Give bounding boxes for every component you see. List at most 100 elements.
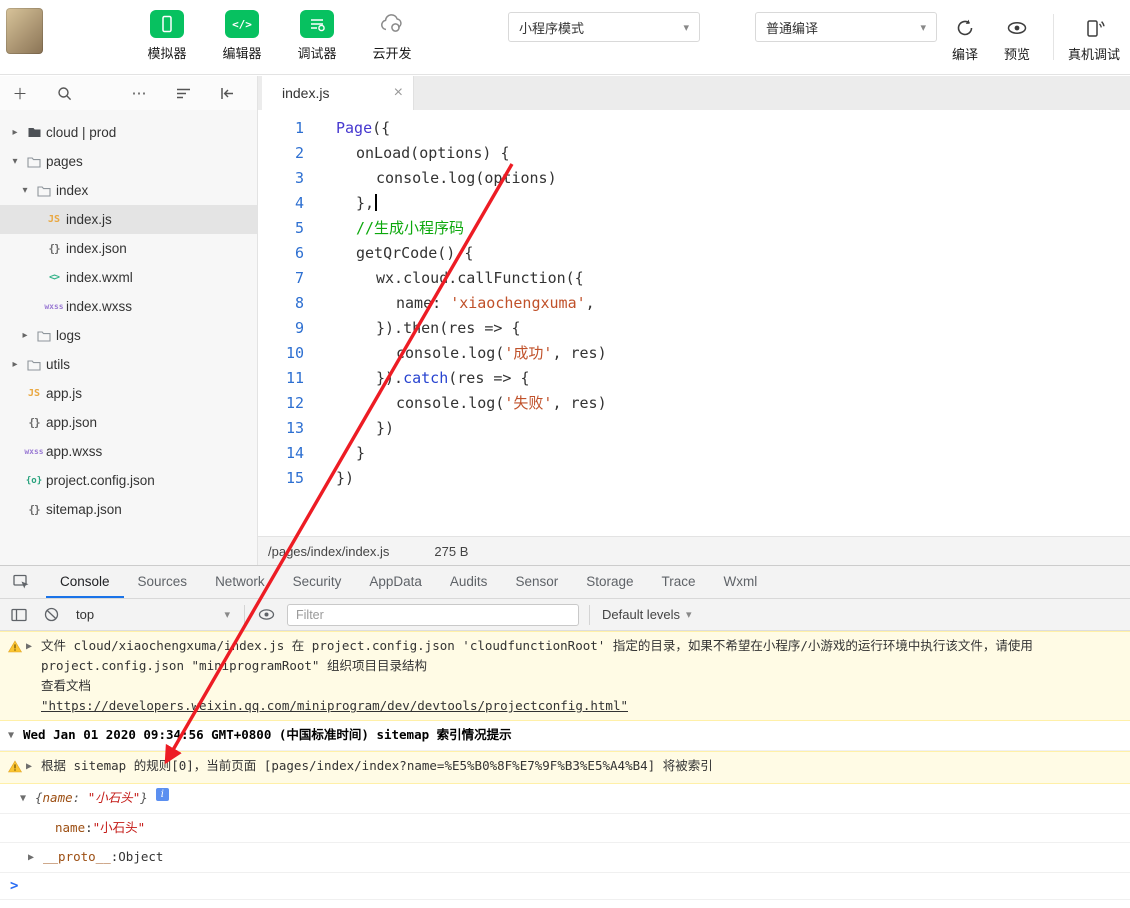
plus-icon[interactable]: ＋	[10, 83, 30, 103]
console-sidebar-icon[interactable]	[8, 604, 30, 626]
chevron-right-icon[interactable]: ▸	[18, 330, 32, 341]
wxss-file-icon: wxss	[22, 447, 46, 456]
tree-item-label: index	[56, 183, 88, 198]
tree-item-app.json[interactable]: {}app.json	[0, 408, 257, 437]
tool-debugger[interactable]: 调试器	[292, 6, 342, 62]
devtools-tab-sources[interactable]: Sources	[124, 566, 202, 598]
device-debug-button[interactable]: 真机调试	[1064, 11, 1124, 63]
devtools-tab-wxml[interactable]: Wxml	[710, 566, 772, 598]
devtools-tab-sensor[interactable]: Sensor	[501, 566, 572, 598]
devtools-tab-console[interactable]: Console	[46, 566, 124, 598]
tree-item-label: sitemap.json	[46, 502, 122, 517]
mode-dropdown[interactable]: 小程序模式 ▾	[508, 12, 700, 42]
code-editor[interactable]: 1Page({2onLoad(options) {3console.log(op…	[258, 110, 1130, 536]
tree-item-sitemap.json[interactable]: {}sitemap.json	[0, 495, 257, 524]
tree-item-label: utils	[46, 357, 70, 372]
tree-item-label: index.js	[66, 212, 112, 227]
devtools-tab-storage[interactable]: Storage	[572, 566, 647, 598]
chevron-down-icon[interactable]: ▾	[18, 185, 32, 196]
expand-arrow-right-icon[interactable]: ▶	[28, 847, 43, 868]
code-line[interactable]: 8name: 'xiaochengxuma',	[258, 291, 1130, 316]
preview-button[interactable]: 预览	[991, 11, 1043, 63]
code-line[interactable]: 3console.log(options)	[258, 166, 1130, 191]
clear-console-icon[interactable]	[40, 604, 62, 626]
tree-item-logs[interactable]: ▸logs	[0, 321, 257, 350]
devtools-tab-appdata[interactable]: AppData	[355, 566, 436, 598]
code-line[interactable]: 1Page({	[258, 116, 1130, 141]
info-icon[interactable]: i	[156, 788, 169, 801]
collapse-all-icon[interactable]	[173, 83, 193, 103]
more-icon[interactable]: ⋯	[129, 83, 149, 103]
editor-tabstrip: index.js ×	[258, 76, 1130, 110]
expand-arrow-down-icon[interactable]: ▼	[8, 725, 23, 746]
code-line[interactable]: 5//生成小程序码	[258, 216, 1130, 241]
chevron-right-icon[interactable]: ▸	[8, 127, 22, 138]
line-number: 5	[258, 216, 306, 241]
code-text: wx.cloud.callFunction({	[336, 266, 584, 291]
code-line[interactable]: 10console.log('成功', res)	[258, 341, 1130, 366]
tool-cloud-dev[interactable]: 云开发	[367, 6, 417, 62]
doc-link[interactable]: "https://developers.weixin.qq.com/minipr…	[41, 696, 1122, 716]
tool-editor[interactable]: </> 编辑器	[217, 6, 267, 62]
object-property-row: name: "小石头"	[0, 814, 1130, 843]
tree-item-utils[interactable]: ▸ utils	[0, 350, 257, 379]
devtools-tab-security[interactable]: Security	[279, 566, 356, 598]
tree-item-index.wxss[interactable]: wxssindex.wxss	[0, 292, 257, 321]
devtools-tab-audits[interactable]: Audits	[436, 566, 502, 598]
json-file-icon: {}	[42, 242, 66, 255]
folder-icon	[22, 359, 46, 371]
user-avatar[interactable]	[6, 8, 43, 54]
tree-item-index[interactable]: ▾ index	[0, 176, 257, 205]
warning-text: 文件 cloud/xiaochengxuma/index.js 在 projec…	[41, 636, 1122, 716]
tab-index-js[interactable]: index.js ×	[262, 76, 414, 110]
compile-button[interactable]: 编译	[939, 11, 991, 63]
devtools-tab-trace[interactable]: Trace	[648, 566, 710, 598]
code-lines: 1Page({2onLoad(options) {3console.log(op…	[258, 116, 1130, 491]
file-size: 275 B	[434, 544, 468, 559]
chevron-right-icon[interactable]: ▸	[8, 359, 22, 370]
tree-item-app.wxss[interactable]: wxssapp.wxss	[0, 437, 257, 466]
expand-arrow-right-icon[interactable]: ▶	[26, 756, 41, 777]
context-dropdown-value: top	[76, 607, 94, 622]
inspect-element-icon[interactable]	[8, 566, 34, 598]
tree-item-pages[interactable]: ▾pages	[0, 147, 257, 176]
code-line[interactable]: 12console.log('失败', res)	[258, 391, 1130, 416]
eye-icon[interactable]	[255, 604, 277, 626]
project-root-icon	[22, 127, 46, 138]
tree-item-cloud-prod[interactable]: ▸cloud | prod	[0, 118, 257, 147]
file-path: /pages/index/index.js	[268, 544, 389, 559]
tool-simulator[interactable]: 模拟器	[142, 6, 192, 62]
filter-input[interactable]	[287, 604, 579, 626]
code-line[interactable]: 6getQrCode() {	[258, 241, 1130, 266]
code-line[interactable]: 9}).then(res => {	[258, 316, 1130, 341]
context-dropdown[interactable]: top ▾	[72, 607, 234, 622]
code-text: })	[336, 416, 394, 441]
code-line[interactable]: 15})	[258, 466, 1130, 491]
tree-item-index.js[interactable]: JSindex.js	[0, 205, 257, 234]
code-text: console.log('成功', res)	[336, 341, 607, 366]
code-line[interactable]: 4},	[258, 191, 1130, 216]
object-proto-row: ▶__proto__: Object	[0, 843, 1130, 873]
chevron-down-icon[interactable]: ▾	[8, 156, 22, 167]
devtools-tab-network[interactable]: Network	[201, 566, 279, 598]
code-line[interactable]: 13})	[258, 416, 1130, 441]
code-line[interactable]: 2onLoad(options) {	[258, 141, 1130, 166]
tree-item-project.config.json[interactable]: {o}project.config.json	[0, 466, 257, 495]
expand-arrow-down-icon[interactable]: ▼	[20, 788, 35, 809]
search-icon[interactable]	[54, 83, 74, 103]
code-line[interactable]: 11}).catch(res => {	[258, 366, 1130, 391]
editor-icon: </>	[225, 10, 259, 38]
code-line[interactable]: 14}	[258, 441, 1130, 466]
compile-mode-dropdown[interactable]: 普通编译 ▾	[755, 12, 937, 42]
tree-item-index.json[interactable]: {}index.json	[0, 234, 257, 263]
tree-item-index.wxml[interactable]: <>index.wxml	[0, 263, 257, 292]
tree-item-app.js[interactable]: JSapp.js	[0, 379, 257, 408]
code-line[interactable]: 7wx.cloud.callFunction({	[258, 266, 1130, 291]
close-icon[interactable]: ×	[394, 85, 403, 101]
js-file-icon: JS	[42, 214, 66, 225]
expand-arrow-right-icon[interactable]: ▶	[26, 636, 41, 657]
log-levels-dropdown[interactable]: Default levels ▾	[602, 607, 692, 622]
console-prompt[interactable]: >	[0, 873, 1130, 900]
collapse-sidebar-icon[interactable]	[217, 83, 237, 103]
text-cursor	[375, 194, 377, 211]
